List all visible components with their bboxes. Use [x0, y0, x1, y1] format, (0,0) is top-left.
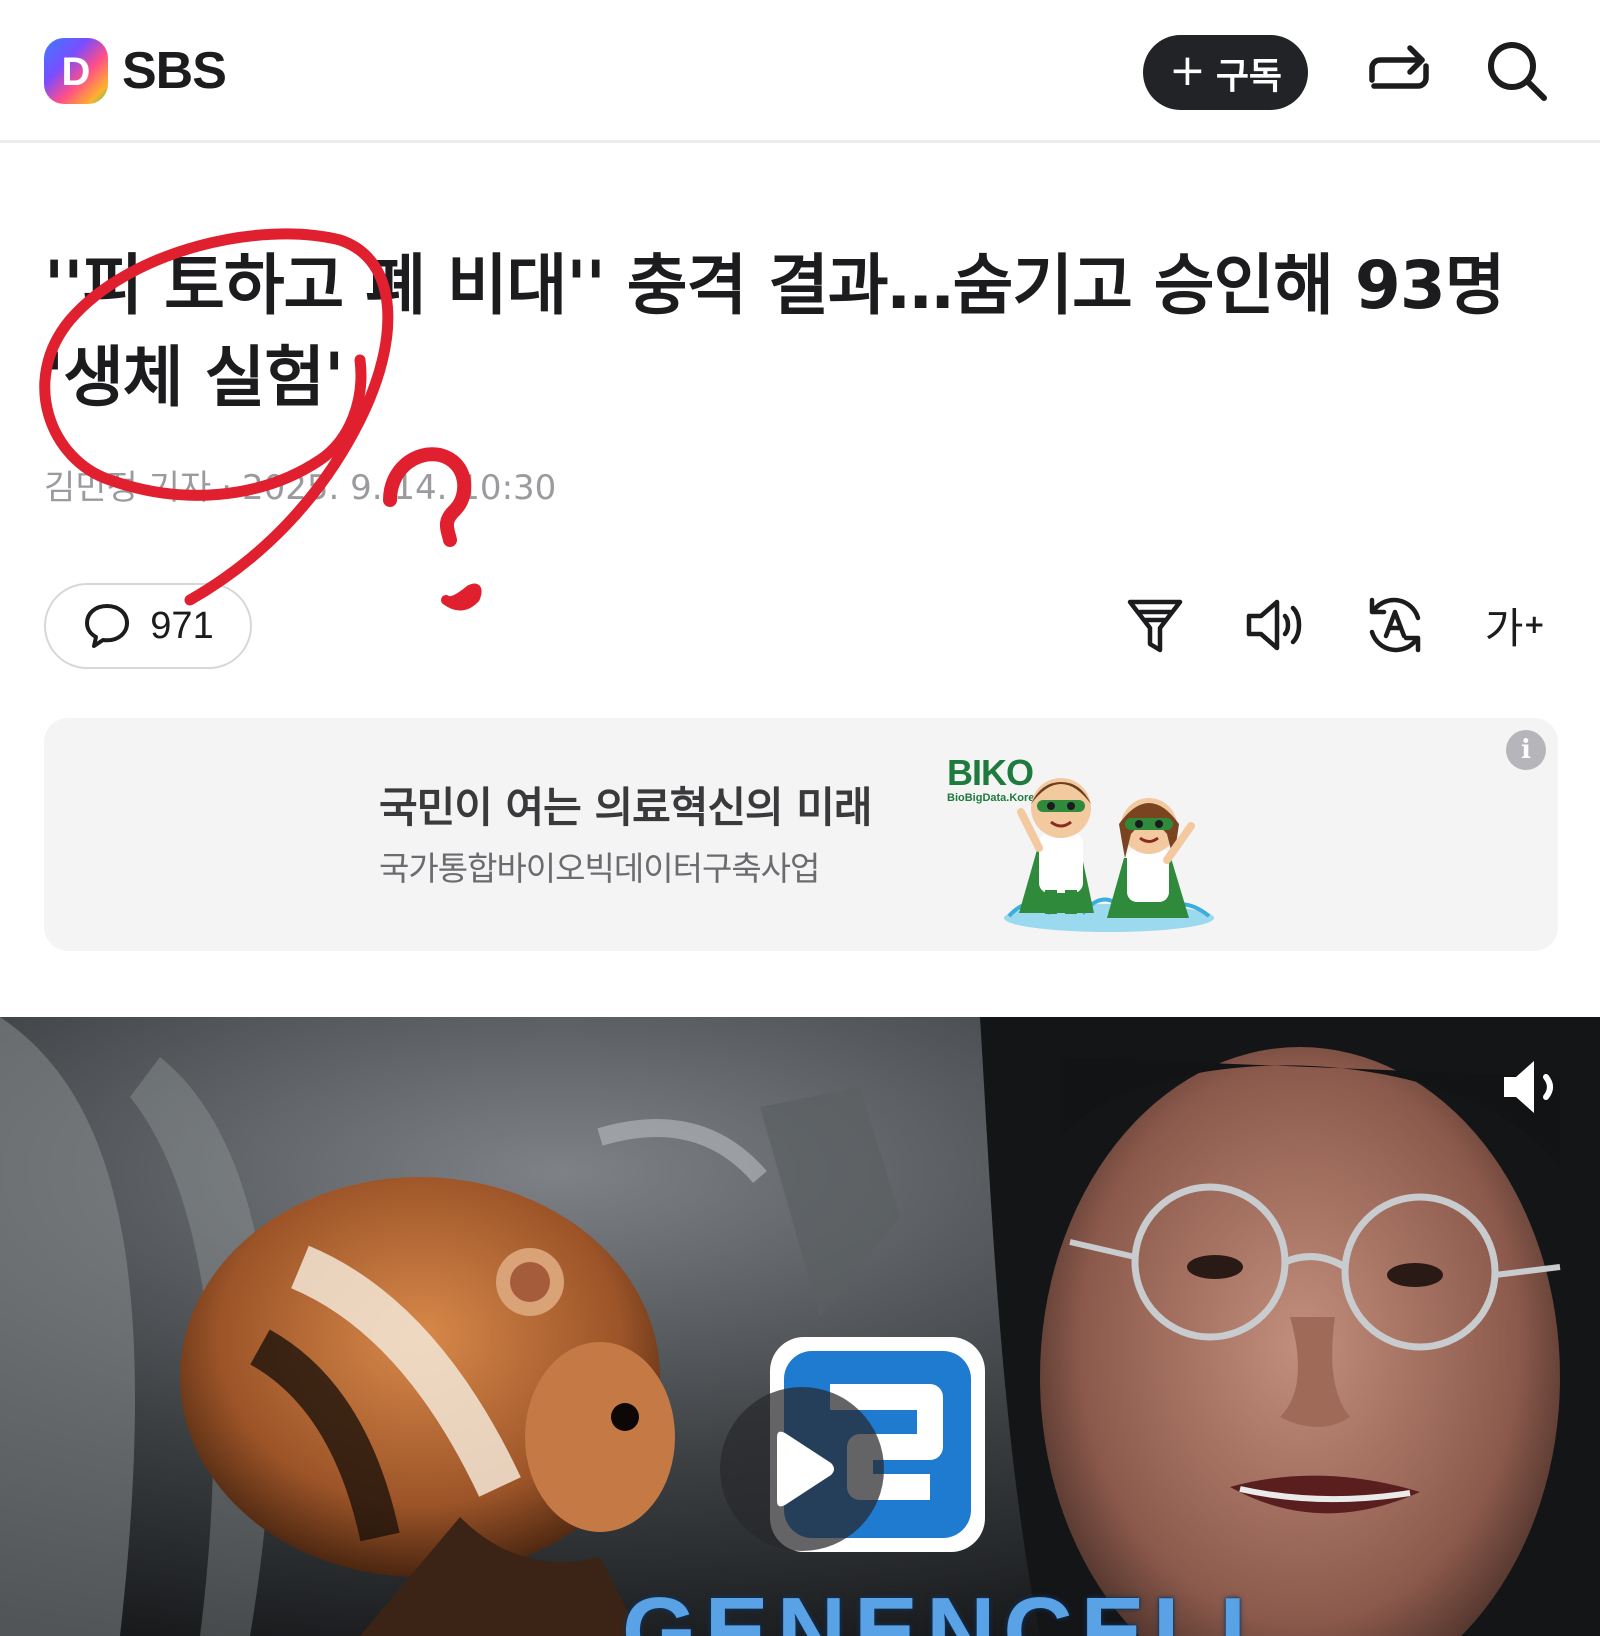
svg-text:D: D: [62, 50, 91, 94]
font-size-label: 가: [1484, 603, 1524, 653]
article-title: ''피 토하고 폐 비대'' 충격 결과…숨기고 승인해 93명 '생체 실험': [44, 247, 1505, 416]
author-name[interactable]: 김민정 기자: [44, 468, 211, 508]
publish-datetime: 2025. 9. 14. 10:30: [242, 468, 557, 508]
video-overlay-brand: GENENCELL: [622, 1578, 1287, 1636]
article-meta: 김민정 기자 · 2025. 9. 14. 10:30: [44, 466, 556, 510]
summary-button[interactable]: [1120, 590, 1190, 660]
play-icon: [777, 1431, 834, 1507]
biko-mascots-illustration: [1004, 778, 1214, 932]
translate-button[interactable]: [1360, 590, 1430, 660]
volume-muted-icon[interactable]: [1500, 1057, 1570, 1117]
font-size-button[interactable]: 가 +: [1480, 590, 1550, 660]
subscribe-label: 구독: [1215, 55, 1283, 97]
video-player[interactable]: GENENCELL: [0, 1017, 1600, 1636]
comment-count: 971: [150, 604, 214, 647]
listen-button[interactable]: [1240, 590, 1310, 660]
ad-info-icon[interactable]: i: [1506, 730, 1546, 770]
plus-icon: +: [1168, 44, 1206, 96]
press-name[interactable]: SBS: [122, 38, 227, 104]
play-button[interactable]: [720, 1387, 884, 1551]
comment-button[interactable]: 971: [44, 583, 252, 669]
daum-logo-icon[interactable]: D: [44, 38, 108, 104]
share-icon[interactable]: [1366, 38, 1432, 104]
summary-filter-icon: [1127, 599, 1183, 653]
font-size-plus: +: [1523, 610, 1546, 640]
search-icon[interactable]: [1484, 38, 1550, 104]
ad-banner[interactable]: 국민이 여는 의료혁신의 미래 국가통합바이오빅데이터구축사업 BIKO Bio…: [44, 718, 1558, 951]
translate-icon: [1369, 597, 1421, 653]
subscribe-button[interactable]: + 구독: [1143, 35, 1308, 110]
ad-title: 국민이 여는 의료혁신의 미래: [379, 783, 873, 832]
comment-bubble-icon: [85, 604, 130, 648]
ad-subtitle: 국가통합바이오빅데이터구축사업: [379, 849, 820, 888]
meta-separator: ·: [221, 468, 233, 508]
top-app-bar: D SBS + 구독: [0, 0, 1600, 143]
speaker-icon: [1246, 599, 1302, 651]
